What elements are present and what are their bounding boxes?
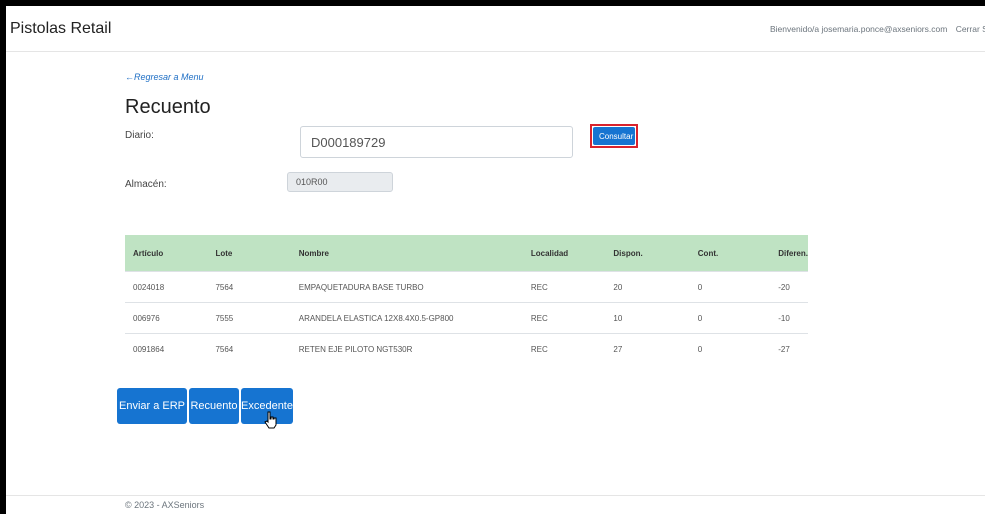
cell-nombre: EMPAQUETADURA BASE TURBO	[290, 271, 523, 303]
col-dispon: Dispon.	[605, 235, 690, 272]
user-nav: Bienvenido/a josemaria.ponce@axseniors.c…	[770, 24, 985, 34]
cell-localidad: REC	[522, 333, 606, 364]
cell-dispon: 27	[605, 333, 690, 364]
enviar-erp-button[interactable]: Enviar a ERP	[117, 388, 187, 424]
col-articulo: Artículo	[125, 235, 208, 272]
diario-input[interactable]: D000189729	[300, 126, 573, 158]
footer-copyright: © 2023 - AXSeniors	[125, 500, 205, 510]
cell-cont: 0	[689, 271, 771, 303]
navbar: Pistolas Retail Bienvenido/a josemaria.p…	[6, 6, 985, 52]
cell-articulo: 0024018	[125, 271, 208, 303]
col-localidad: Localidad	[522, 235, 606, 272]
consultar-button[interactable]: Consultar	[593, 127, 635, 145]
almacen-label: Almacén:	[125, 179, 167, 190]
cell-lote: 7564	[207, 271, 291, 303]
col-nombre: Nombre	[290, 235, 523, 272]
footer-divider	[6, 495, 985, 496]
col-diferen: Diferen.	[770, 235, 808, 272]
logout-link[interactable]: Cerrar Sesión	[956, 24, 985, 34]
cell-lote: 7564	[207, 333, 291, 364]
table-header-row: Artículo Lote Nombre Localidad Dispon. C…	[125, 235, 808, 272]
hand-cursor-icon	[264, 411, 277, 429]
cell-cont: 0	[689, 333, 771, 364]
cell-cont: 0	[689, 302, 771, 334]
cell-articulo: 006976	[125, 302, 208, 334]
cell-diferen: -10	[770, 302, 808, 334]
recuento-table: Artículo Lote Nombre Localidad Dispon. C…	[125, 235, 808, 364]
consultar-highlight: Consultar	[590, 124, 638, 148]
welcome-text: Bienvenido/a josemaria.ponce@axseniors.c…	[770, 24, 948, 34]
cell-diferen: -20	[770, 271, 808, 303]
col-cont: Cont.	[689, 235, 771, 272]
cell-localidad: REC	[522, 271, 606, 303]
page-title: Recuento	[125, 96, 211, 118]
cell-nombre: ARANDELA ELASTICA 12X8.4X0.5-GP800	[290, 302, 523, 334]
cell-lote: 7555	[207, 302, 291, 334]
table-row: 006976 7555 ARANDELA ELASTICA 12X8.4X0.5…	[125, 302, 808, 334]
cell-diferen: -27	[770, 333, 808, 364]
diario-label: Diario:	[125, 130, 154, 141]
col-lote: Lote	[207, 235, 291, 272]
cell-articulo: 0091864	[125, 333, 208, 364]
table-row: 0091864 7564 RETEN EJE PILOTO NGT530R RE…	[125, 333, 808, 364]
back-to-menu-link[interactable]: ←Regresar a Menu	[125, 72, 204, 82]
app-window: Pistolas Retail Bienvenido/a josemaria.p…	[6, 6, 985, 514]
recuento-button[interactable]: Recuento	[189, 388, 239, 424]
cell-dispon: 20	[605, 271, 690, 303]
cell-nombre: RETEN EJE PILOTO NGT530R	[290, 333, 523, 364]
table-row: 0024018 7564 EMPAQUETADURA BASE TURBO RE…	[125, 271, 808, 303]
almacen-input: 010R00	[287, 172, 393, 192]
cell-dispon: 10	[605, 302, 690, 334]
brand-link[interactable]: Pistolas Retail	[10, 20, 111, 38]
cell-localidad: REC	[522, 302, 606, 334]
